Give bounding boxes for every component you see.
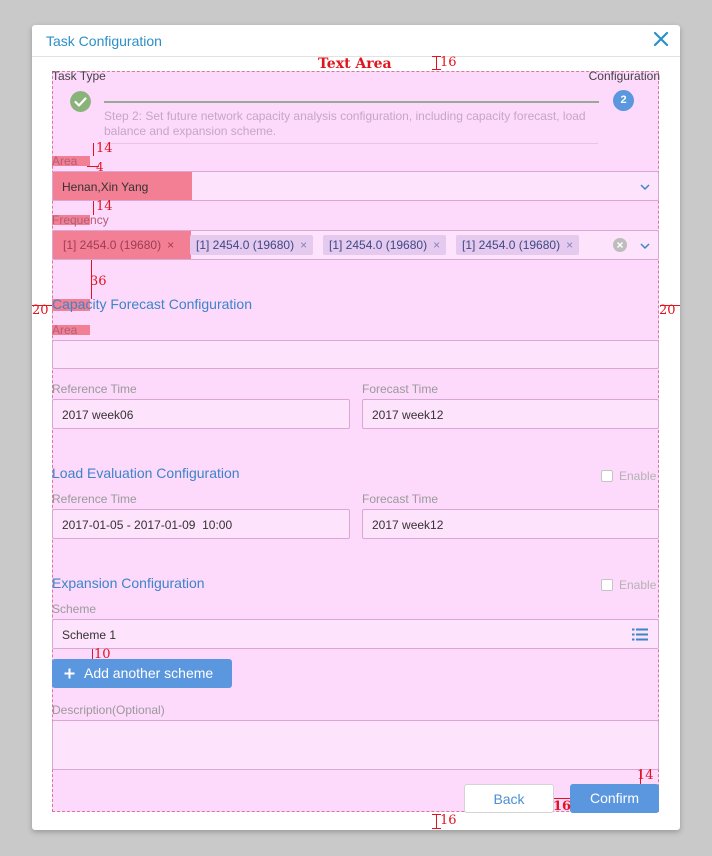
step-2-indicator: 2 <box>613 90 634 111</box>
checkbox-icon[interactable] <box>601 470 613 482</box>
gap-annotation: 4 <box>96 160 104 174</box>
gap-annotation: 16 <box>440 55 457 70</box>
frequency-tag-label: [1] 2454.0 (19680) <box>462 238 561 252</box>
capacity-area-label: Area <box>52 323 78 337</box>
step-progress-line <box>104 101 599 103</box>
scheme-select[interactable]: Scheme 1 <box>52 619 659 649</box>
frequency-tag[interactable]: [1] 2454.0 (19680) × <box>456 235 580 255</box>
gap-annotation: 16 <box>440 813 457 828</box>
chevron-down-icon[interactable] <box>639 181 651 193</box>
scheme-label: Scheme <box>52 602 97 616</box>
frequency-label: Frequency <box>52 213 109 227</box>
expansion-section-title: Expansion Configuration <box>52 575 205 591</box>
capacity-forecast-input[interactable]: 2017 week12 <box>362 399 659 429</box>
capacity-forecast-value: 2017 week12 <box>372 408 444 422</box>
load-enable-label: Enable <box>619 469 657 483</box>
step-description: Step 2: Set future network capacity anal… <box>104 109 604 139</box>
add-scheme-label: Add another scheme <box>84 665 214 681</box>
area-select[interactable]: Henan,Xin Yang <box>52 171 659 201</box>
gap-annotation: 14 <box>637 768 654 783</box>
description-label: Description(Optional) <box>52 703 165 717</box>
frequency-multiselect[interactable]: [1] 2454.0 (19680) × [1] 2454.0 (19680) × … <box>52 230 659 260</box>
list-icon[interactable] <box>632 628 648 641</box>
close-icon[interactable] <box>652 30 670 48</box>
frequency-tag[interactable]: [1] 2454.0 (19680) × <box>323 235 447 255</box>
gap-annotation: 36 <box>90 274 107 289</box>
load-section-title: Load Evaluation Configuration <box>52 465 240 481</box>
area-label: Area <box>52 154 78 168</box>
gap-annotation: 14 <box>96 141 113 156</box>
load-forecast-label: Forecast Time <box>362 492 439 506</box>
back-button[interactable]: Back <box>464 784 554 813</box>
clear-circle-icon[interactable] <box>613 238 627 252</box>
capacity-forecast-label: Forecast Time <box>362 382 439 396</box>
margin-annotation: 20 <box>659 303 676 318</box>
frequency-tag[interactable]: [1] 2454.0 (19680) × <box>190 235 314 255</box>
frequency-tag-label: [1] 2454.0 (19680) <box>329 238 428 252</box>
frequency-tag-label: [1] 2454.0 (19680) <box>196 238 295 252</box>
annotation-line <box>92 649 93 659</box>
dialog-header: Task Configuration <box>32 25 680 57</box>
description-textarea[interactable] <box>52 720 659 770</box>
load-forecast-value: 2017 week12 <box>372 518 444 532</box>
chevron-down-icon[interactable] <box>639 240 651 252</box>
annotation-line <box>432 828 441 829</box>
step-description-text: Step 2: Set future network capacity anal… <box>104 109 586 138</box>
load-reference-value: 2017-01-05 - 2017-01-09 10:00 <box>62 518 233 532</box>
add-scheme-button[interactable]: Add another scheme <box>52 659 232 688</box>
margin-annotation: 20 <box>32 303 49 318</box>
frequency-tag[interactable]: [1] 2454.0 (19680) × <box>57 235 180 255</box>
gap-annotation: 10 <box>94 647 111 662</box>
step-right-label: Configuration <box>588 69 660 83</box>
remove-tag-icon[interactable]: × <box>167 238 174 252</box>
remove-tag-icon[interactable]: × <box>566 238 573 252</box>
load-reference-input[interactable]: 2017-01-05 - 2017-01-09 10:00 <box>52 509 350 539</box>
annotation-line <box>93 143 94 156</box>
capacity-reference-label: Reference Time <box>52 382 137 396</box>
checkbox-icon[interactable] <box>601 579 613 591</box>
annotation-line <box>436 56 437 70</box>
gap-annotation: 14 <box>96 199 113 214</box>
load-enable-checkbox[interactable]: Enable <box>601 469 656 483</box>
load-reference-label: Reference Time <box>52 492 137 506</box>
text-area-annotation: Text Area <box>318 56 392 72</box>
plus-icon <box>64 668 75 679</box>
annotation-line <box>93 201 94 215</box>
remove-tag-icon[interactable]: × <box>300 238 307 252</box>
capacity-area-input[interactable] <box>52 340 659 369</box>
load-forecast-input[interactable]: 2017 week12 <box>362 509 659 539</box>
step-divider <box>104 143 598 144</box>
dialog-title: Task Configuration <box>46 33 162 49</box>
gap-annotation: 16 <box>553 799 572 814</box>
capacity-reference-value: 2017 week06 <box>62 408 134 422</box>
capacity-section-title: Capacity Forecast Configuration <box>52 296 252 312</box>
capacity-reference-input[interactable]: 2017 week06 <box>52 399 350 429</box>
expansion-enable-label: Enable <box>619 578 657 592</box>
scheme-value: Scheme 1 <box>62 628 117 642</box>
area-value: Henan,Xin Yang <box>62 180 149 194</box>
annotation-line <box>436 814 437 829</box>
expansion-enable-checkbox[interactable]: Enable <box>601 578 656 592</box>
task-configuration-dialog: Task Configuration Task Type Configurati… <box>32 25 680 830</box>
remove-tag-icon[interactable]: × <box>433 238 440 252</box>
confirm-button[interactable]: Confirm <box>570 784 659 813</box>
frequency-tag-label: [1] 2454.0 (19680) <box>63 238 162 252</box>
step-left-label: Task Type <box>52 69 106 83</box>
check-icon <box>70 91 91 112</box>
